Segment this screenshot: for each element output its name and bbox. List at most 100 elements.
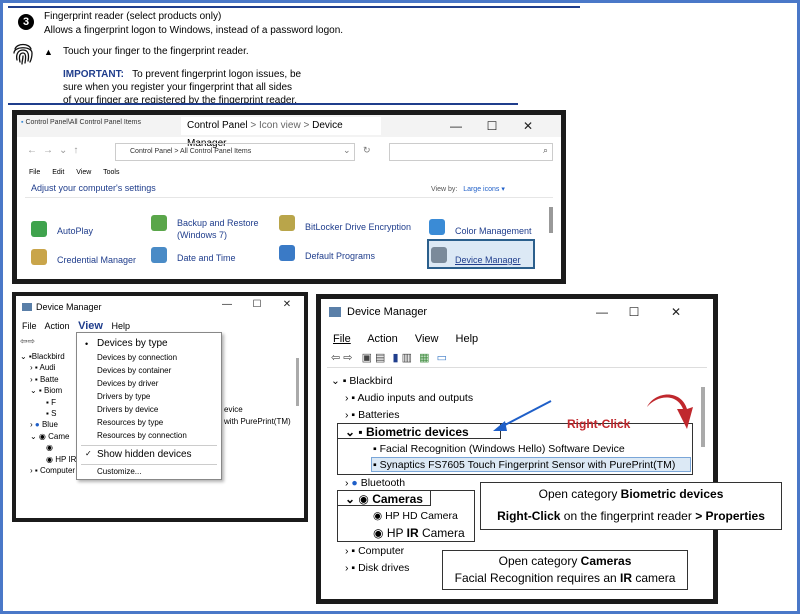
menu-edit[interactable]: Edit xyxy=(52,169,64,176)
tree-cameras[interactable]: ⌄ ◉ Cameras xyxy=(345,492,423,506)
help-icon[interactable]: ▮ xyxy=(393,352,399,364)
cp-item-default-programs[interactable]: Default Programs xyxy=(305,250,375,262)
right-click-label: Right-Click xyxy=(567,417,631,431)
forward-icon[interactable]: ⇨ xyxy=(343,352,352,364)
menu-separator xyxy=(81,464,217,465)
scrollbar[interactable] xyxy=(701,387,705,447)
page-heading: Adjust your computer's settings xyxy=(31,183,156,193)
close-button[interactable]: ✕ xyxy=(513,115,543,137)
refresh-icon[interactable]: ↻ xyxy=(363,145,371,156)
tree-facial[interactable]: ▪ Facial Recognition (Windows Hello) Sof… xyxy=(373,443,625,455)
menu-bar: File Action View Help xyxy=(333,333,492,345)
maximize-button[interactable]: ☐ xyxy=(242,296,272,314)
folder-icon: ▪ xyxy=(21,119,24,126)
autoplay-icon xyxy=(31,221,47,237)
scrollbar[interactable] xyxy=(549,207,553,233)
cp-item-credential[interactable]: Credential Manager xyxy=(57,254,136,266)
add-icon[interactable]: ▦ xyxy=(419,352,429,364)
cp-item-device-manager[interactable]: Device Manager xyxy=(455,254,521,266)
nav-arrows-icon[interactable]: ←→⌄↑ xyxy=(27,145,84,156)
toolbar: ⇦⇨ xyxy=(20,336,35,347)
color-management-icon xyxy=(429,219,445,235)
properties-icon[interactable]: ▣ xyxy=(362,352,372,364)
bitlocker-icon xyxy=(279,215,295,231)
section-rule xyxy=(8,103,518,105)
tree-hp-ir[interactable]: ◉ HP IR Camera xyxy=(373,526,465,540)
forward-icon[interactable]: ⇨ xyxy=(28,336,36,346)
close-button[interactable]: ✕ xyxy=(272,296,302,314)
update-icon[interactable]: ▤ xyxy=(375,352,385,364)
search-icon: ⌕ xyxy=(542,145,548,155)
tree-batteries[interactable]: › ▪ Batteries xyxy=(345,409,400,421)
menu-file[interactable]: File xyxy=(333,333,351,345)
tree-computer[interactable]: › ▪ Computer xyxy=(345,545,404,557)
cp-item-autoplay[interactable]: AutoPlay xyxy=(57,225,93,237)
cp-item-backup[interactable]: Backup and Restore (Windows 7) xyxy=(177,217,259,241)
titlebar: Device Manager — ☐ ✕ xyxy=(321,299,713,325)
monitor-icon[interactable]: ▭ xyxy=(437,352,447,364)
scrollbar[interactable] xyxy=(296,358,299,406)
minimize-button[interactable]: — xyxy=(212,296,242,314)
tab-inactive[interactable]: ▪ Control Panel\All Control Panel Items xyxy=(21,119,141,126)
window-title: Device Manager xyxy=(36,302,102,312)
cameras-callout: Open category Cameras Facial Recognition… xyxy=(442,550,688,590)
menu-view[interactable]: View xyxy=(415,333,439,345)
minimize-button[interactable]: — xyxy=(441,115,471,137)
maximize-button[interactable]: ☐ xyxy=(477,115,507,137)
cp-item-datetime[interactable]: Date and Time xyxy=(177,252,236,264)
cp-item-color[interactable]: Color Management xyxy=(455,225,532,237)
menu-tools[interactable]: Tools xyxy=(103,169,119,176)
back-icon[interactable]: ⇦ xyxy=(20,336,28,346)
step-title: Fingerprint reader (select products only… xyxy=(44,11,222,22)
divider xyxy=(25,197,553,198)
menu-file[interactable]: File xyxy=(22,321,37,331)
menu-item-devices-by-driver[interactable]: Devices by driver xyxy=(97,379,158,388)
tree-audio[interactable]: › ▪ Audio inputs and outputs xyxy=(345,392,473,404)
tree-bluetooth[interactable]: › ● Bluetooth xyxy=(345,477,405,489)
window-title: Device Manager xyxy=(347,306,428,318)
cp-item-bitlocker[interactable]: BitLocker Drive Encryption xyxy=(305,221,411,233)
scan-icon[interactable]: ▥ xyxy=(402,352,412,364)
menu-help[interactable]: Help xyxy=(456,333,479,345)
view-by-dropdown[interactable]: Large icons ▾ xyxy=(463,186,505,193)
menu-item-drivers-by-type[interactable]: Drivers by type xyxy=(97,392,150,401)
menu-item-customize[interactable]: Customize... xyxy=(97,467,141,476)
back-icon[interactable]: ⇦ xyxy=(331,352,340,364)
menu-help[interactable]: Help xyxy=(111,321,130,331)
top-rule xyxy=(8,6,580,8)
tree-text-behind-2: with PurePrint(TM) xyxy=(224,417,291,426)
tree-synaptics[interactable]: ▪ Synaptics FS7605 Touch Fingerprint Sen… xyxy=(373,459,675,471)
tree-biometric[interactable]: ⌄ ▪ Biometric devices xyxy=(345,425,469,439)
tab-active[interactable]: Control Panel > Icon view > Device Manag… xyxy=(181,117,381,149)
minimize-button[interactable]: — xyxy=(587,301,617,323)
menu-item-devices-by-container[interactable]: Devices by container xyxy=(97,366,171,375)
menu-item-drivers-by-device[interactable]: Drivers by device xyxy=(97,405,158,414)
tree-hp-hd[interactable]: ◉ HP HD Camera xyxy=(373,510,458,522)
menu-action[interactable]: Action xyxy=(367,333,398,345)
menu-file[interactable]: File xyxy=(29,169,40,176)
menu-item-show-hidden[interactable]: Show hidden devices xyxy=(97,449,192,460)
menu-view[interactable]: View xyxy=(78,320,103,332)
search-input[interactable]: ⌕ xyxy=(389,143,553,161)
menu-action[interactable]: Action xyxy=(45,321,70,331)
biometric-callout: Open category Biometric devices Right-Cl… xyxy=(480,482,782,530)
menu-item-resources-by-type[interactable]: Resources by type xyxy=(97,418,163,427)
tree-root[interactable]: ⌄ ▪ Blackbird xyxy=(331,375,393,387)
menu-view[interactable]: View xyxy=(76,169,91,176)
tree-disk[interactable]: › ▪ Disk drives xyxy=(345,562,409,574)
close-button[interactable]: ✕ xyxy=(661,301,691,323)
tree-text-behind-1: evice xyxy=(224,405,243,414)
maximize-button[interactable]: ☐ xyxy=(619,301,649,323)
chevron-down-icon[interactable]: ⌄ xyxy=(343,145,351,156)
address-row: ←→⌄↑ Control Panel > All Control Panel I… xyxy=(17,141,561,163)
bullet-text: Touch your finger to the fingerprint rea… xyxy=(63,46,249,57)
menu-item-devices-by-type[interactable]: Devices by type xyxy=(97,338,168,349)
menu-bar: File Edit View Tools xyxy=(29,169,129,176)
divider xyxy=(327,367,707,368)
camera-icon: ◉ xyxy=(358,492,369,506)
backup-icon xyxy=(151,215,167,231)
address-bar[interactable]: Control Panel > All Control Panel Items xyxy=(115,143,355,161)
menu-item-devices-by-connection[interactable]: Devices by connection xyxy=(97,353,177,362)
bullet-triangle-icon: ▲ xyxy=(44,47,53,57)
menu-item-resources-by-connection[interactable]: Resources by connection xyxy=(97,431,187,440)
